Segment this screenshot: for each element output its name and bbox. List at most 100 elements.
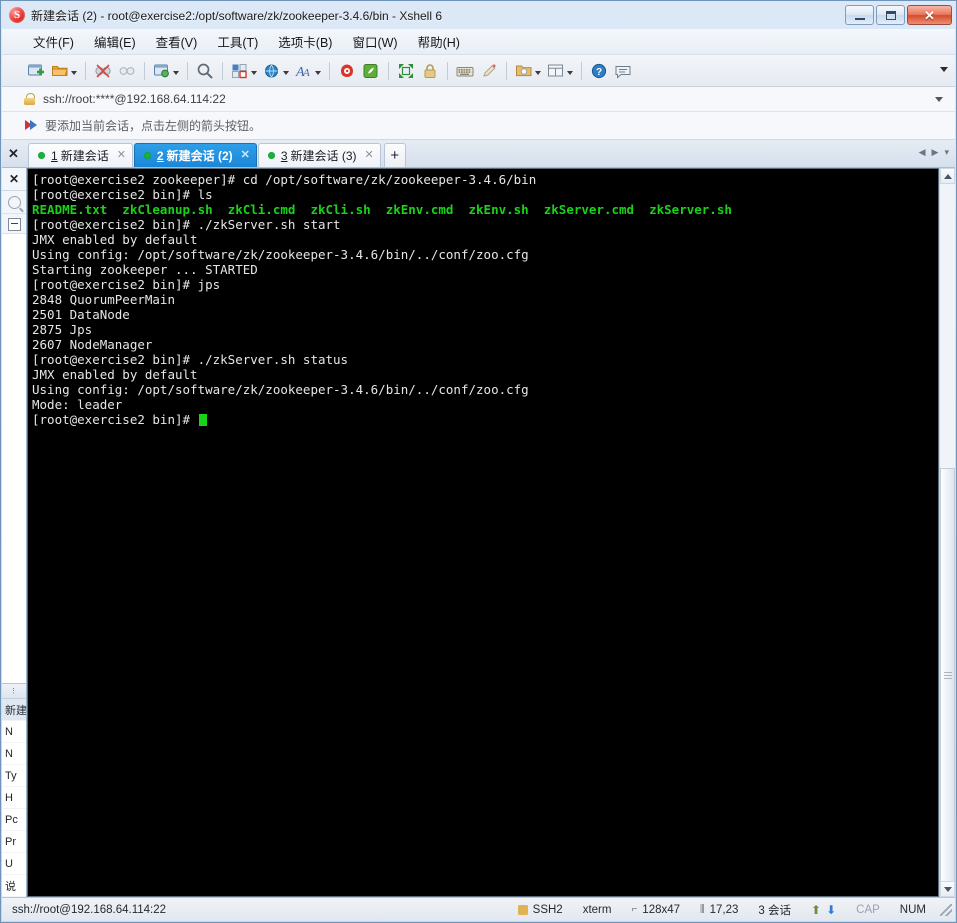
property-row[interactable]: N — [2, 743, 26, 765]
minimize-button[interactable] — [845, 5, 874, 25]
menu-window[interactable]: 窗口(W) — [343, 29, 406, 54]
menu-view[interactable]: 查看(V) — [147, 29, 207, 54]
menu-tabs[interactable]: 选项卡(B) — [269, 29, 341, 54]
chevron-down-icon[interactable] — [71, 71, 77, 75]
tab-number: 3 — [280, 148, 288, 163]
tab-next-icon[interactable]: ▶ — [932, 147, 939, 158]
terminal-line: Using config: /opt/software/zk/zookeeper… — [32, 247, 529, 262]
toolbar-find-button[interactable] — [193, 58, 217, 84]
tab-number: 1 — [51, 148, 58, 163]
minimize-icon — [854, 15, 865, 20]
toolbar-reconnect-button[interactable] — [115, 58, 139, 84]
terminal-line: 2607 NodeManager — [32, 337, 153, 352]
tab-close-icon[interactable]: ✕ — [365, 150, 374, 161]
toolbar-new-session-button[interactable] — [24, 58, 48, 84]
notification-text: 要添加当前会话，点击左侧的箭头按钮。 — [45, 119, 262, 133]
chevron-down-icon[interactable] — [173, 71, 179, 75]
lock-icon — [24, 93, 35, 105]
menu-tools[interactable]: 工具(T) — [208, 29, 267, 54]
terminal-line: 2501 DataNode — [32, 307, 130, 322]
toolbar-split-view-button[interactable] — [544, 58, 576, 84]
chevron-down-icon[interactable] — [535, 71, 541, 75]
toolbar-font-button[interactable]: A A — [292, 58, 324, 84]
properties-splitter[interactable]: ⋮ — [2, 684, 26, 699]
terminal-line: [root@exercise2 bin]# jps — [32, 277, 221, 292]
tab-list-chevron-down-icon[interactable]: ▾ — [944, 147, 949, 158]
toolbar-layout-button[interactable] — [228, 58, 260, 84]
maximize-button[interactable] — [876, 5, 905, 25]
toolbar-lock-button[interactable] — [418, 58, 442, 84]
disconnect-icon — [94, 62, 112, 80]
sidebar-collapse-button[interactable] — [2, 213, 26, 234]
terminal-line: Starting zookeeper ... STARTED — [32, 262, 258, 277]
open-folder-icon — [51, 62, 69, 80]
toolbar-session-properties-button[interactable] — [150, 58, 182, 84]
upload-arrow-icon: ⬆ — [811, 902, 822, 917]
property-row[interactable]: 新建会话 (2) — [2, 699, 26, 721]
address-chevron-down-icon[interactable] — [935, 97, 943, 102]
tab-label: 新建会话 (2) — [166, 149, 233, 163]
toolbar-separator — [447, 61, 448, 80]
chevron-down-icon[interactable] — [251, 71, 257, 75]
address-bar[interactable]: ssh://root:****@192.168.64.114:22 — [2, 87, 955, 112]
tab-close-icon[interactable]: ✕ — [241, 150, 250, 161]
property-row[interactable]: Pr — [2, 831, 26, 853]
toolbar-open-session-button[interactable] — [48, 58, 80, 84]
menu-bar: 文件(F) 编辑(E) 查看(V) 工具(T) 选项卡(B) 窗口(W) 帮助(… — [2, 29, 955, 55]
tab-close-icon[interactable]: ✕ — [117, 150, 126, 161]
close-button[interactable]: ✕ — [907, 5, 952, 25]
property-row[interactable]: Pc — [2, 809, 26, 831]
toolbar-fullscreen-button[interactable] — [394, 58, 418, 84]
scrollbar-down-button[interactable] — [940, 881, 955, 897]
help-icon: ? — [590, 62, 608, 80]
tab-session-3[interactable]: 3 新建会话 (3) ✕ — [257, 143, 381, 167]
new-tab-button[interactable]: + — [383, 143, 406, 167]
svg-text:A: A — [302, 67, 310, 79]
layout-icon — [231, 62, 249, 80]
tab-session-1[interactable]: 1 新建会话 ✕ — [28, 143, 133, 167]
chevron-down-icon[interactable] — [283, 71, 289, 75]
close-icon: ✕ — [924, 7, 935, 23]
toolbar-chat-button[interactable] — [611, 58, 635, 84]
menu-help[interactable]: 帮助(H) — [409, 29, 469, 54]
toolbar-compose-button[interactable] — [477, 58, 501, 84]
scrollbar-thumb[interactable] — [940, 468, 955, 883]
close-all-tabs-icon[interactable]: ✕ — [8, 147, 19, 160]
menu-file[interactable]: 文件(F) — [24, 29, 83, 54]
window-controls: ✕ — [845, 5, 952, 25]
xshell-logo-icon — [9, 7, 25, 23]
toolbar-overflow-chevron-down-icon[interactable] — [940, 67, 948, 72]
reconnect-icon — [118, 62, 136, 80]
chevron-down-icon[interactable] — [315, 71, 321, 75]
terminal-scrollbar[interactable] — [939, 168, 955, 897]
property-row[interactable]: H — [2, 787, 26, 809]
sidebar-search-button[interactable] — [2, 191, 26, 213]
sidebar-tree-body[interactable] — [2, 233, 26, 684]
property-row[interactable]: 说 — [2, 875, 26, 897]
menu-edit[interactable]: 编辑(E) — [85, 29, 145, 54]
status-cursor-position: ⫼ 17,23 — [690, 898, 748, 921]
toolbar-disconnect-button[interactable] — [91, 58, 115, 84]
sidebar-close-button[interactable]: ✕ — [2, 168, 26, 191]
toolbar-help-button[interactable]: ? — [587, 58, 611, 84]
toolbar-encoding-button[interactable] — [260, 58, 292, 84]
property-row[interactable]: N — [2, 721, 26, 743]
tab-session-2[interactable]: 2 新建会话 (2) ✕ — [133, 143, 257, 167]
toolbar: A A ? — [2, 55, 955, 87]
toolbar-highlight-button[interactable] — [359, 58, 383, 84]
chevron-down-icon[interactable] — [567, 71, 573, 75]
scrollbar-grip-icon — [943, 670, 952, 681]
cursor-position-icon: ⫼ — [700, 904, 705, 915]
toolbar-separator — [222, 61, 223, 80]
terminal-screen[interactable]: [root@exercise2 zookeeper]# cd /opt/soft… — [27, 168, 939, 897]
scrollbar-up-button[interactable] — [940, 168, 955, 184]
transfer-file-icon — [515, 62, 533, 80]
toolbar-paste-button[interactable] — [335, 58, 359, 84]
property-row[interactable]: Ty — [2, 765, 26, 787]
resize-grip-icon[interactable] — [940, 903, 952, 916]
tab-prev-icon[interactable]: ◀ — [919, 147, 926, 158]
toolbar-keyboard-button[interactable] — [453, 58, 477, 84]
toolbar-file-transfer-button[interactable] — [512, 58, 544, 84]
property-row[interactable]: U — [2, 853, 26, 875]
lock-icon — [421, 62, 439, 80]
